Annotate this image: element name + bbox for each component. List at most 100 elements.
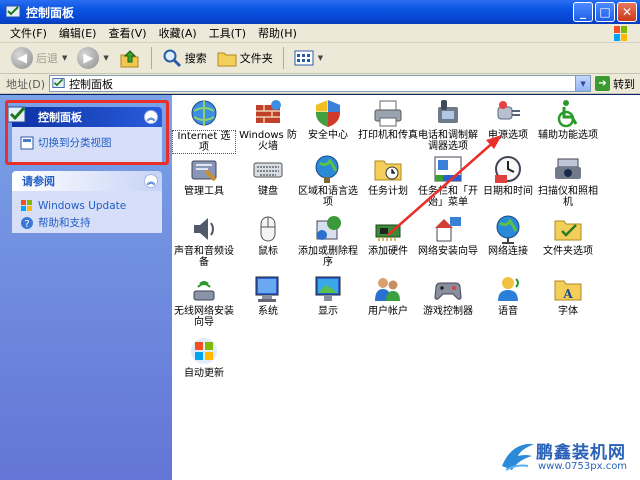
- toolbar: ◀ 后退 ▼ ▶ ▼ 搜索 文件夹 ▼: [0, 43, 640, 74]
- phone-icon: [438, 100, 458, 123]
- network-wizard-item[interactable]: 网络安装向导: [416, 213, 480, 257]
- views-button[interactable]: ▼: [289, 45, 328, 71]
- gamepad-icon: [434, 282, 462, 300]
- menu-file[interactable]: 文件(F): [6, 25, 55, 41]
- wireless-item[interactable]: 无线网络安装向导: [172, 273, 236, 328]
- camera-icon: [555, 158, 581, 179]
- icon-label: 游戏控制器: [423, 306, 473, 317]
- section-title: 请参阅: [22, 175, 55, 188]
- globe-clock-item[interactable]: 区域和语言选项: [296, 153, 360, 208]
- windows-update-link[interactable]: Windows Update: [20, 199, 154, 213]
- menu-bar: 文件(F) 编辑(E) 查看(V) 收藏(A) 工具(T) 帮助(H): [0, 24, 640, 43]
- keyboard-item[interactable]: 键盘: [236, 153, 300, 197]
- icon-label: 任务栏和「开始」菜单: [418, 186, 478, 208]
- hardware-item[interactable]: 添加硬件: [356, 213, 420, 257]
- speaker-item[interactable]: 声音和音频设备: [172, 213, 236, 268]
- back-button[interactable]: ◀ 后退 ▼: [6, 45, 72, 71]
- network-item[interactable]: 网络连接: [476, 213, 540, 257]
- globe-gear-icon: [191, 100, 217, 126]
- maximize-button[interactable]: □: [595, 2, 615, 22]
- section-body: Windows Update ? 帮助和支持: [12, 191, 162, 233]
- icon-view: Internet 选项 Windows 防火墙 安全中心 打印机和传真 电话和调制解调器…: [172, 95, 640, 480]
- search-icon: [163, 49, 181, 68]
- mouse-item[interactable]: 鼠标: [236, 213, 300, 257]
- watermark-url: www.0753px.com: [538, 461, 628, 472]
- up-button[interactable]: [114, 45, 146, 71]
- address-bar: 地址(D) ▼ ➔ 转到: [0, 74, 640, 94]
- icon-label: 字体: [558, 306, 578, 317]
- system-icon: [255, 276, 279, 302]
- address-input[interactable]: [69, 77, 570, 90]
- go-label: 转到: [613, 77, 636, 91]
- folders-label: 文件夹: [239, 52, 273, 65]
- icon-label: 任务计划: [368, 186, 408, 197]
- power-plug-item[interactable]: 电源选项: [476, 97, 540, 141]
- icon-label: 电话和调制解调器选项: [418, 130, 478, 152]
- icon-label: 鼠标: [258, 246, 278, 257]
- icon-label: 用户帐户: [368, 306, 408, 317]
- address-dropdown-icon[interactable]: ▼: [575, 76, 591, 91]
- close-button[interactable]: ✕: [617, 2, 637, 22]
- icon-label: 安全中心: [308, 130, 348, 141]
- views-icon: [294, 50, 314, 66]
- help-support-label: 帮助和支持: [38, 217, 91, 229]
- collapse-chevron-icon[interactable]: ︽: [144, 174, 158, 188]
- accessibility-icon: [555, 100, 581, 128]
- users-item[interactable]: 用户帐户: [356, 273, 420, 317]
- help-support-link[interactable]: ? 帮助和支持: [20, 215, 154, 230]
- taskbar-item[interactable]: 任务栏和「开始」菜单: [416, 153, 480, 208]
- search-label: 搜索: [184, 52, 207, 65]
- menu-edit[interactable]: 编辑(E): [55, 25, 105, 41]
- phone-item[interactable]: 电话和调制解调器选项: [416, 97, 480, 152]
- icon-label: 区域和语言选项: [298, 186, 358, 208]
- forward-button[interactable]: ▶ ▼: [72, 45, 113, 71]
- menu-view[interactable]: 查看(V): [104, 25, 154, 41]
- add-remove-icon: [316, 216, 341, 240]
- dropdown-arrow-icon: ▼: [317, 54, 324, 62]
- folder-up-icon: [120, 50, 139, 68]
- folders-button[interactable]: 文件夹: [212, 45, 278, 71]
- address-field[interactable]: ▼: [49, 75, 592, 92]
- icon-label: 键盘: [258, 186, 278, 197]
- network-wizard-icon: [435, 217, 461, 242]
- icon-label: 扫描仪和照相机: [538, 186, 598, 208]
- menu-tools[interactable]: 工具(T): [205, 25, 254, 41]
- scheduled-tasks-icon: [374, 160, 402, 181]
- search-button[interactable]: 搜索: [157, 45, 212, 71]
- menu-help[interactable]: 帮助(H): [254, 25, 305, 41]
- go-button[interactable]: ➔ 转到: [595, 76, 635, 92]
- folder-options-item[interactable]: 文件夹选项: [536, 213, 600, 257]
- watermark: 鹏鑫装机网 www.0753px.com: [498, 434, 640, 480]
- globe-gear-item[interactable]: Internet 选项: [172, 97, 236, 154]
- highlight-annotation: [5, 100, 169, 165]
- svg-text:?: ?: [24, 219, 29, 230]
- toolbar-separator: [150, 47, 152, 69]
- fonts-item[interactable]: A 字体: [536, 273, 600, 317]
- windows-update-icon: [21, 200, 32, 211]
- clock-item[interactable]: 日期和时间: [476, 153, 540, 197]
- minimize-button[interactable]: _: [573, 2, 593, 22]
- firewall-icon: [256, 100, 281, 123]
- system-item[interactable]: 系统: [236, 273, 300, 317]
- see-also-header[interactable]: 请参阅 ︽: [12, 171, 162, 191]
- icon-label: 辅助功能选项: [538, 130, 598, 141]
- window-title: 控制面板: [26, 5, 75, 20]
- windows-update-item[interactable]: 自动更新: [172, 335, 236, 379]
- gamepad-item[interactable]: 游戏控制器: [416, 273, 480, 317]
- add-remove-item[interactable]: 添加或删除程序: [296, 213, 360, 268]
- camera-item[interactable]: 扫描仪和照相机: [536, 153, 600, 208]
- hardware-icon: [375, 224, 401, 241]
- printer-item[interactable]: 打印机和传真: [356, 97, 420, 141]
- display-item[interactable]: 显示: [296, 273, 360, 317]
- shield-item[interactable]: 安全中心: [296, 97, 360, 141]
- speech-item[interactable]: 语音: [476, 273, 540, 317]
- admin-tools-item[interactable]: 管理工具: [172, 153, 236, 197]
- back-arrow-icon: ◀: [11, 47, 33, 69]
- menu-favorites[interactable]: 收藏(A): [155, 25, 205, 41]
- folder-options-icon: [554, 220, 582, 241]
- firewall-item[interactable]: Windows 防火墙: [236, 97, 300, 152]
- address-label: 地址(D): [6, 77, 46, 91]
- scheduled-tasks-item[interactable]: 任务计划: [356, 153, 420, 197]
- windows-update-icon: [191, 338, 217, 364]
- accessibility-item[interactable]: 辅助功能选项: [536, 97, 600, 141]
